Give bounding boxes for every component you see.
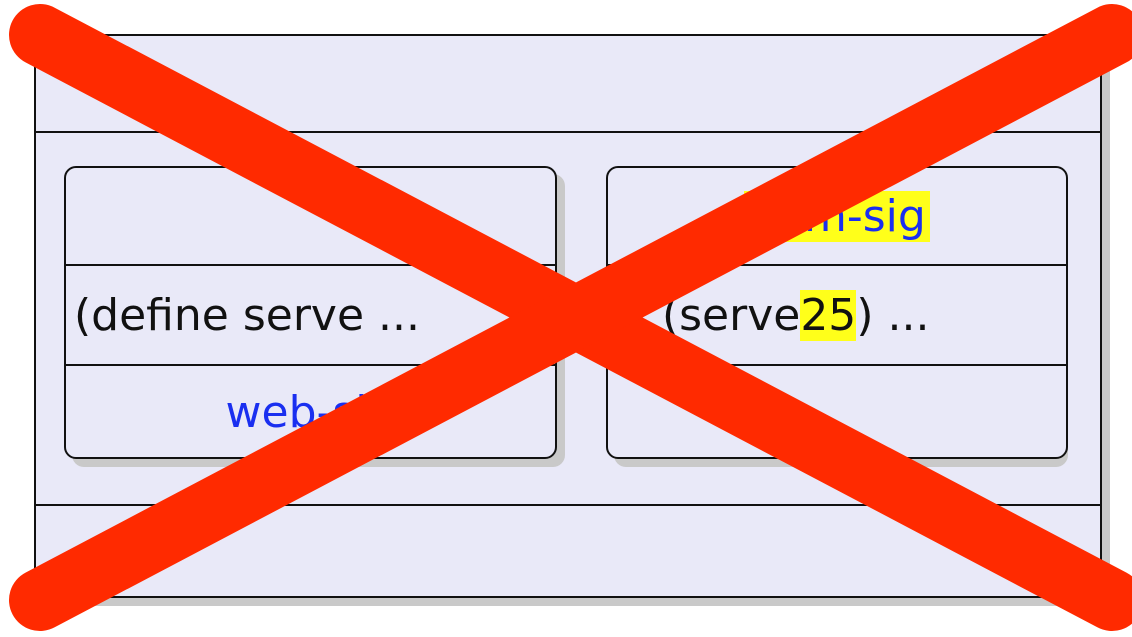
red-x-cross-icon <box>9 4 1132 631</box>
